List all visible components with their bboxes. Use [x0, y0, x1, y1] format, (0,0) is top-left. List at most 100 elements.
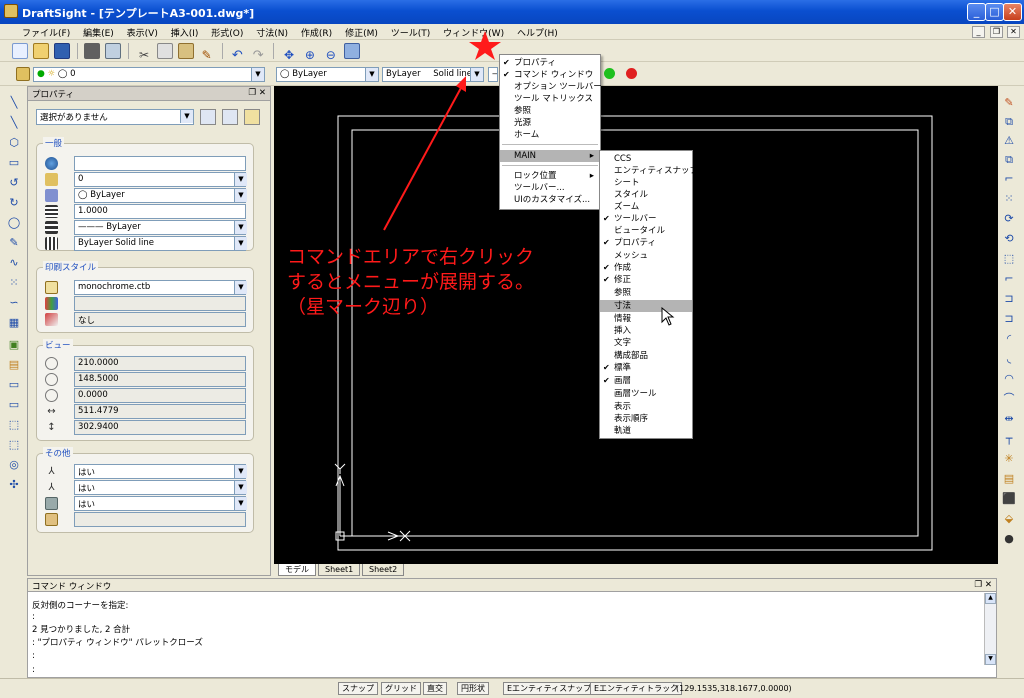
prop-linescale-field[interactable]: 1.0000: [74, 204, 246, 219]
rectangle-icon[interactable]: ▭: [7, 156, 21, 170]
stretch-icon[interactable]: ⌐: [1002, 272, 1016, 286]
chevron-down-icon[interactable]: ▼: [251, 68, 264, 81]
float-icon[interactable]: ❐: [974, 580, 982, 590]
scroll-up-icon[interactable]: ▲: [985, 593, 996, 604]
chevron-down-icon[interactable]: ▼: [234, 173, 247, 186]
boundary-icon[interactable]: ⬚: [7, 438, 21, 452]
chevron-down-icon[interactable]: ▼: [234, 237, 247, 250]
submenu-item-highlighted[interactable]: 寸法: [600, 300, 692, 312]
esnap-toggle[interactable]: Eエンティティスナップ: [503, 682, 596, 695]
submenu-item[interactable]: 文字: [600, 337, 631, 349]
submenu-item[interactable]: CCS: [600, 153, 631, 165]
command-input[interactable]: :: [32, 665, 35, 675]
rotate-icon[interactable]: ⟲: [1002, 232, 1016, 246]
submenu-item[interactable]: ✔ 修正: [600, 274, 631, 286]
menu-modify[interactable]: 修正(M): [340, 24, 383, 39]
menu-view[interactable]: 表示(V): [122, 24, 163, 39]
menu-file[interactable]: ファイル(F): [0, 24, 75, 39]
menu-item-customize-ui[interactable]: UIのカスタマイズ...: [500, 194, 590, 206]
submenu-item[interactable]: ビュータイル: [600, 225, 665, 237]
chevron-down-icon[interactable]: ▼: [234, 189, 247, 202]
submenu-item[interactable]: ✔ 画層: [600, 375, 631, 387]
prop-ucs-icon-on-field[interactable]: はい: [74, 464, 246, 479]
trim-icon[interactable]: ⊐: [1002, 292, 1016, 306]
edit-block-icon[interactable]: ▤: [1002, 472, 1016, 486]
minimize-button[interactable]: _: [967, 3, 986, 21]
prop-lineweight-field[interactable]: ——— ByLayer: [74, 220, 246, 235]
linetype-combo[interactable]: ByLayer Solid line ▼: [382, 67, 484, 82]
revcloud-icon[interactable]: ∿: [7, 256, 21, 270]
color-combo[interactable]: ◯ ByLayer ▼: [276, 67, 379, 82]
point-icon[interactable]: ⁙: [7, 276, 21, 290]
menu-item-properties[interactable]: ✔ プロパティ: [500, 57, 556, 69]
app-icon[interactable]: [4, 4, 18, 18]
mirror-icon[interactable]: ⚠: [1002, 134, 1016, 148]
insert-block-icon[interactable]: ▣: [7, 338, 21, 352]
menu-item-options-toolbar[interactable]: オプション ツールバー: [500, 81, 602, 93]
move-icon[interactable]: ⟳: [1002, 212, 1016, 226]
print-preview-icon[interactable]: [105, 43, 122, 59]
menu-item-main[interactable]: MAIN ▸: [500, 150, 600, 162]
tab-sheet2[interactable]: Sheet2: [362, 564, 405, 576]
submenu-item[interactable]: スタイル: [600, 189, 648, 201]
donut-icon[interactable]: ◎: [7, 458, 21, 472]
red-circle-icon[interactable]: [626, 68, 637, 79]
submenu-item[interactable]: ✔ 作成: [600, 262, 631, 274]
extend-icon[interactable]: ⊐: [1002, 312, 1016, 326]
new-icon[interactable]: [11, 43, 28, 59]
hatch-icon[interactable]: ▦: [7, 316, 21, 330]
tab-model[interactable]: モデル: [278, 564, 316, 576]
arc3-icon[interactable]: ↻: [7, 196, 21, 210]
prop-plotstyle-field[interactable]: monochrome.ctb: [74, 280, 246, 295]
chamfer-icon[interactable]: ⌒: [1002, 392, 1016, 406]
spline-icon[interactable]: ✎: [7, 236, 21, 250]
fillet-icon[interactable]: ◠: [1002, 372, 1016, 386]
prop-layer-field[interactable]: 0: [74, 172, 246, 187]
polygon-icon[interactable]: ⬡: [7, 136, 21, 150]
chevron-down-icon[interactable]: ▼: [234, 221, 247, 234]
infinite-line-icon[interactable]: ╲: [7, 116, 21, 130]
mtext-icon[interactable]: ▭: [7, 398, 21, 412]
menu-edit[interactable]: 編集(E): [78, 24, 119, 39]
layer-combo[interactable]: ● ☼ ◯ 0 ▼: [33, 67, 265, 82]
submenu-item[interactable]: ✔ 標準: [600, 362, 631, 374]
menu-insert[interactable]: 挿入(I): [166, 24, 204, 39]
menu-draw[interactable]: 作成(R): [296, 24, 337, 39]
menu-help[interactable]: ヘルプ(H): [512, 24, 563, 39]
ellipse-arc-icon[interactable]: ∽: [7, 296, 21, 310]
scale-icon[interactable]: ⬚: [1002, 252, 1016, 266]
tool-matrix-icon[interactable]: [343, 43, 360, 59]
layer-manager-icon[interactable]: [16, 67, 30, 81]
array-icon[interactable]: ⁙: [1002, 192, 1016, 206]
shape-icon[interactable]: ✣: [7, 478, 21, 492]
toggle-pickadd-icon[interactable]: [244, 109, 260, 125]
doc-minimize-button[interactable]: _: [972, 26, 985, 38]
grid-toggle[interactable]: グリッド: [381, 682, 421, 695]
open-icon[interactable]: [32, 43, 49, 59]
chevron-down-icon[interactable]: ▼: [234, 281, 247, 294]
region-icon[interactable]: ⬚: [7, 418, 21, 432]
chevron-down-icon[interactable]: ▼: [234, 497, 247, 510]
explode-icon[interactable]: ✳: [1002, 452, 1016, 466]
menu-item-tool-matrix[interactable]: ツール マトリックス: [500, 93, 593, 105]
submenu-item[interactable]: 画層ツール: [600, 388, 657, 400]
snap-toggle[interactable]: スナップ: [338, 682, 378, 695]
selection-combo[interactable]: 選択がありません ▼: [36, 109, 194, 125]
erase-icon[interactable]: ✎: [1002, 96, 1016, 110]
ortho-toggle[interactable]: 直交: [423, 682, 447, 695]
offset-icon[interactable]: ⧉: [1002, 153, 1016, 167]
doc-close-button[interactable]: ✕: [1007, 26, 1020, 38]
chevron-down-icon[interactable]: ▼: [365, 68, 378, 81]
arc-icon[interactable]: ↺: [7, 176, 21, 190]
prop-linecolor-field[interactable]: ◯ ByLayer: [74, 188, 246, 203]
submenu-item[interactable]: 参照: [600, 287, 631, 299]
submenu-item[interactable]: シート: [600, 177, 640, 189]
text-icon[interactable]: ▭: [7, 378, 21, 392]
lineweight-combo[interactable]: —: [488, 67, 498, 82]
join-icon[interactable]: ◟: [1002, 352, 1016, 366]
prop-ucs-per-viewport-field[interactable]: はい: [74, 496, 246, 511]
chevron-down-icon[interactable]: ▼: [470, 68, 483, 81]
eyedrop-icon[interactable]: ●: [1002, 532, 1016, 546]
circle-icon[interactable]: ◯: [7, 216, 21, 230]
green-circle-icon[interactable]: [604, 68, 615, 79]
